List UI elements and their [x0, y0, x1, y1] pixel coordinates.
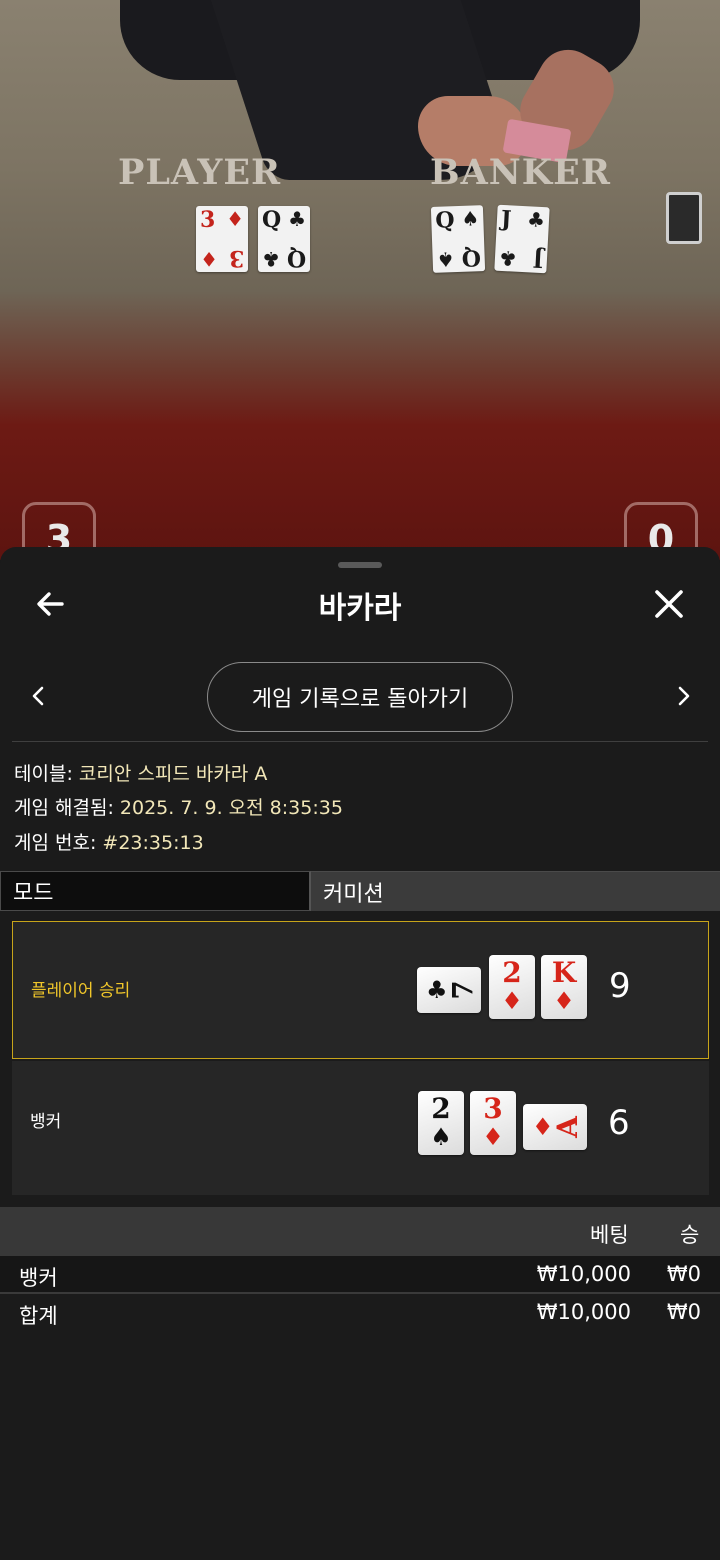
table-banker-label: BANKER — [430, 152, 611, 193]
banker-result-score: 6 — [608, 1103, 630, 1143]
resolved-info-label: 게임 해결됨: — [14, 797, 114, 819]
chevron-right-icon — [678, 686, 690, 706]
win-column-header: 승 — [680, 1223, 700, 1247]
bet-amount: ₩10,000 — [536, 1262, 631, 1286]
table-card: 3 ♦ 3 ♦ — [196, 206, 248, 272]
banker-result-label: 뱅커 — [30, 1112, 62, 1132]
player-result-score: 9 — [609, 966, 631, 1006]
win-amount: ₩0 — [666, 1262, 701, 1286]
result-card: ♦ A — [523, 1104, 587, 1150]
round-results: 플레이어 승리 ♣ 7 2 ♦ K ♦ 9 뱅커 2 ♠ 3 ♦ ♦ A 6 — [0, 911, 720, 1207]
table-info-value: 코리안 스피드 바카라 A — [78, 763, 268, 785]
table-card: Q ♣ Q ♣ — [258, 206, 310, 272]
table-info: 테이블: 코리안 스피드 바카라 A — [14, 759, 267, 786]
mode-tabs: 모드 커미션 — [0, 871, 720, 911]
table-player-label: PLAYER — [118, 152, 282, 193]
table-card: J ♣ J ♣ — [494, 204, 550, 274]
back-to-history-button[interactable]: 게임 기록으로 돌아가기 — [207, 662, 513, 732]
card-shoe — [666, 192, 702, 244]
drag-handle[interactable] — [338, 562, 382, 568]
banker-result-row: 뱅커 2 ♠ 3 ♦ ♦ A 6 — [12, 1061, 709, 1195]
game-number-value: #23:35:13 — [102, 832, 204, 854]
result-card: K ♦ — [541, 955, 587, 1019]
table-row: 뱅커 ₩10,000 ₩0 — [0, 1256, 720, 1294]
result-card: 2 ♦ — [489, 955, 535, 1019]
total-win: ₩0 — [666, 1300, 701, 1324]
next-game-button[interactable] — [672, 681, 696, 711]
result-card: ♣ 7 — [417, 967, 481, 1013]
total-bet: ₩10,000 — [536, 1300, 631, 1324]
player-result-row: 플레이어 승리 ♣ 7 2 ♦ K ♦ 9 — [12, 921, 709, 1059]
previous-game-button[interactable] — [26, 681, 50, 711]
total-label: 합계 — [19, 1304, 58, 1328]
bet-column-header: 베팅 — [590, 1223, 629, 1247]
result-card: 2 ♠ — [418, 1091, 464, 1155]
divider — [12, 741, 708, 742]
player-result-label: 플레이어 승리 — [31, 981, 131, 1001]
chevron-left-icon — [32, 686, 44, 706]
bets-table: 베팅 승 뱅커 ₩10,000 ₩0 합계 ₩10,000 ₩0 — [0, 1207, 720, 1332]
live-video: PLAYER BANKER 3 ♦ 3 ♦ Q ♣ Q ♣ Q ♠ Q ♠ J ♣ J ♣ 3 … — [0, 0, 720, 560]
sheet-title: 바카라 — [318, 591, 402, 626]
bet-name: 뱅커 — [19, 1266, 58, 1290]
close-icon — [655, 590, 683, 618]
result-card: 3 ♦ — [470, 1091, 516, 1155]
game-number-info: 게임 번호: #23:35:13 — [14, 828, 204, 855]
table-info-label: 테이블: — [14, 763, 73, 785]
resolved-info-value: 2025. 7. 9. 오전 8:35:35 — [119, 797, 343, 819]
game-number-label: 게임 번호: — [14, 832, 97, 854]
resolved-info: 게임 해결됨: 2025. 7. 9. 오전 8:35:35 — [14, 793, 343, 820]
close-button[interactable] — [647, 582, 691, 626]
tab-commission[interactable]: 커미션 — [311, 871, 720, 911]
game-details-sheet: 바카라 게임 기록으로 돌아가기 테이블: 코리안 스피드 바카라 A 게임 해… — [0, 547, 720, 1560]
total-row: 합계 ₩10,000 ₩0 — [0, 1294, 720, 1332]
bets-table-header: 베팅 승 — [0, 1207, 720, 1256]
tab-mode[interactable]: 모드 — [0, 871, 311, 911]
table-card: Q ♠ Q ♠ — [430, 205, 486, 273]
